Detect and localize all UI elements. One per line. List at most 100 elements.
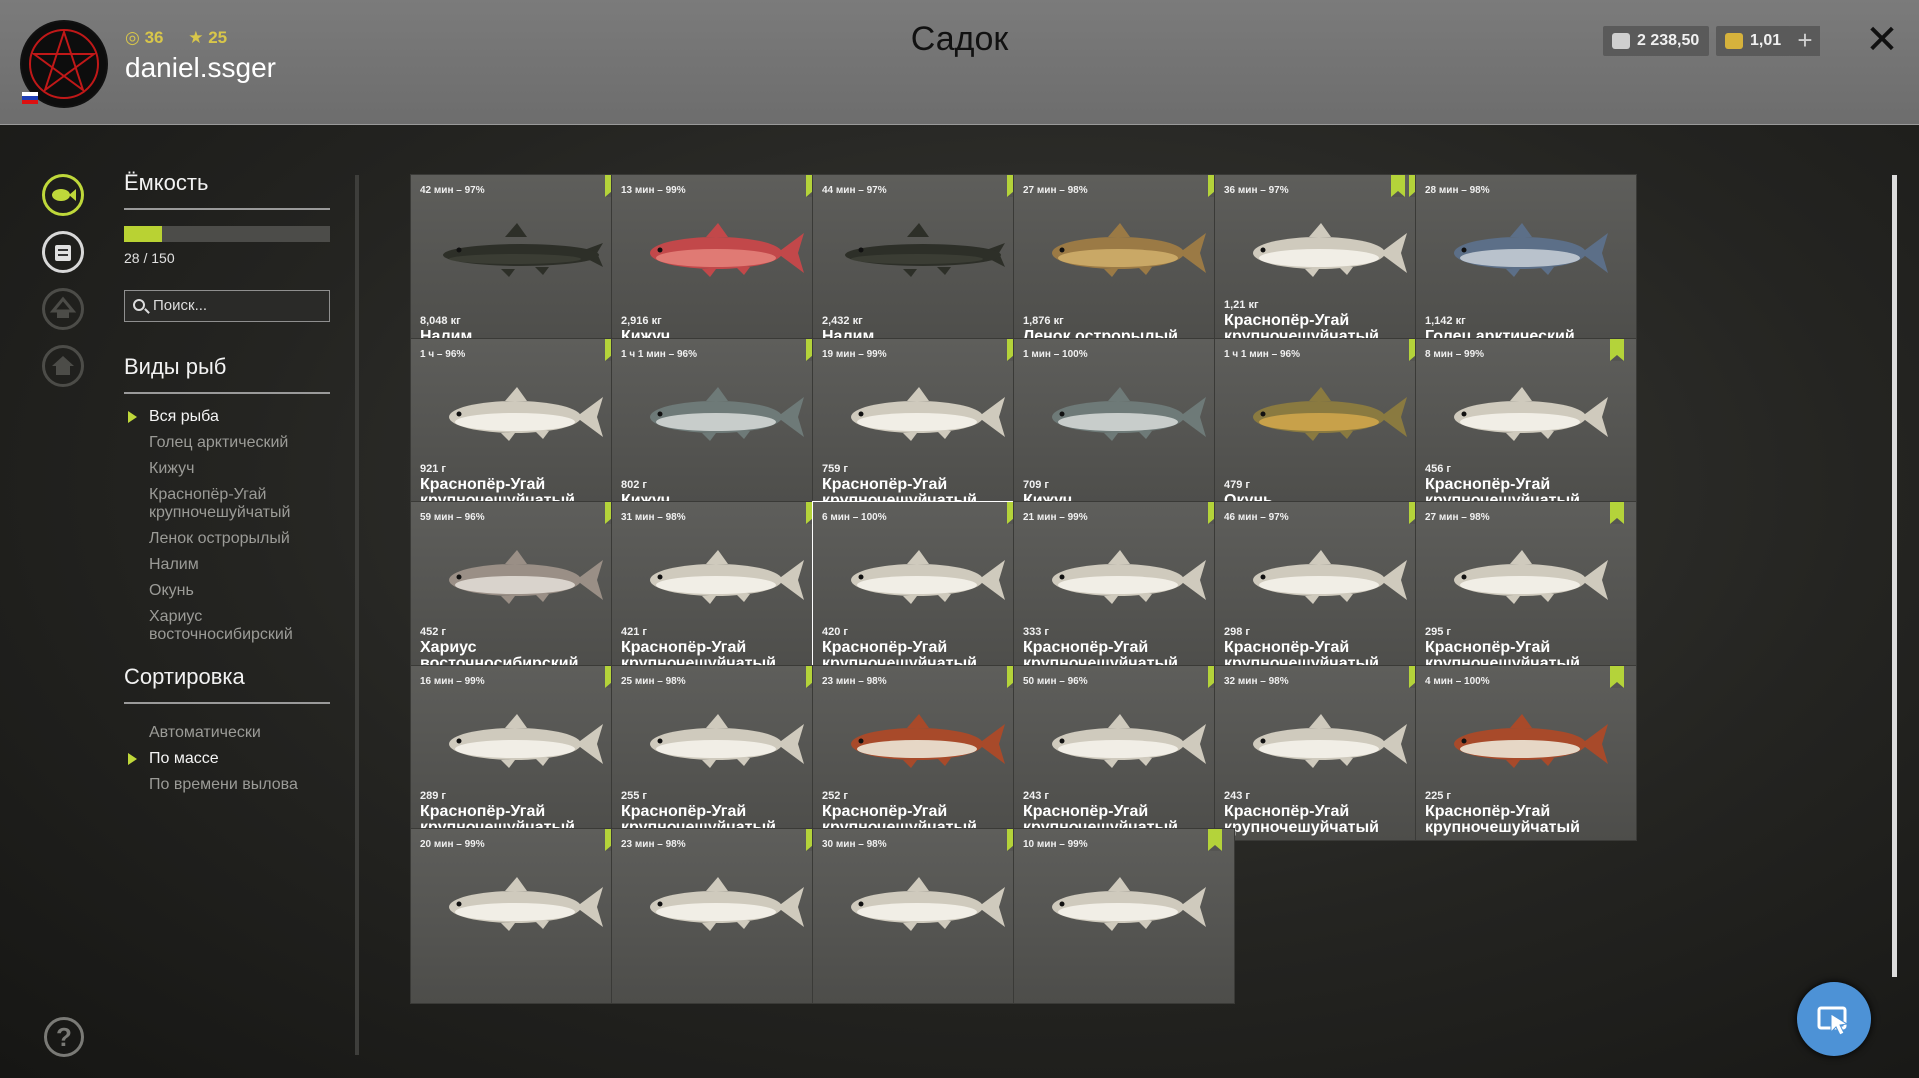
fish-image — [1034, 377, 1214, 455]
fish-card[interactable]: 1 мин – 100% 709 г Кижуч — [1013, 337, 1235, 514]
fish-image — [1034, 704, 1214, 782]
fish-card[interactable]: 10 мин – 99% — [1013, 828, 1235, 1004]
scrollbar[interactable] — [1892, 175, 1897, 977]
fish-card[interactable]: 27 мин – 98% 295 г Краснопёр-Угай крупноч… — [1415, 501, 1637, 677]
capacity-bar-fill — [124, 226, 163, 242]
sort-option-item[interactable]: По массе — [124, 750, 330, 768]
species-filter-item[interactable]: Кижуч — [124, 460, 330, 478]
fish-card[interactable]: 42 мин – 97% 8,048 кг Налим — [410, 174, 632, 350]
sort-option-item[interactable]: Автоматически — [124, 724, 330, 742]
silver-balance: 2 238,50 — [1603, 26, 1710, 56]
fish-image — [1436, 540, 1616, 618]
species-filter-item[interactable]: Хариус восточносибирский — [124, 608, 330, 644]
fish-weight: 2,916 кг — [621, 315, 662, 327]
sorting-list: Автоматически По массе По времени вылова — [124, 724, 330, 794]
fish-card[interactable]: 44 мин – 97% 2,432 кг Налим — [812, 174, 1034, 350]
species-title: Виды рыб — [124, 354, 330, 394]
fish-card[interactable]: 16 мин – 99% 289 г Краснопёр-Угай крупноч… — [410, 664, 632, 841]
fish-weight: 8,048 кг — [420, 315, 461, 327]
fish-card[interactable]: 36 мин – 97% 1,21 кг Краснопёр-Угай крупн… — [1214, 174, 1436, 350]
fish-card[interactable]: 1 ч 1 мин – 96% 479 г Окунь — [1214, 337, 1436, 514]
catch-time-freshness: 16 мин – 99% — [420, 675, 485, 687]
species-filter-item[interactable]: Вся рыба — [124, 408, 330, 426]
bookmark-icon[interactable] — [1391, 175, 1405, 197]
fish-card[interactable]: 21 мин – 99% 333 г Краснопёр-Угай крупноч… — [1013, 501, 1235, 677]
gold-coins-icon — [1725, 33, 1743, 49]
sorting-title: Сортировка — [124, 664, 330, 704]
search-input[interactable]: Поиск... — [124, 290, 330, 322]
bookmark-icon[interactable] — [1610, 665, 1624, 688]
fish-card[interactable]: 27 мин – 98% 1,876 кг Ленок острорылый — [1013, 174, 1235, 350]
fish-card[interactable]: 1 ч – 96% 921 г Краснопёр-Угай крупночешу… — [410, 337, 632, 514]
fish-card[interactable]: 6 мин – 100% 420 г Краснопёр-Угай крупноч… — [812, 501, 1034, 677]
catch-time-freshness: 23 мин – 98% — [822, 675, 887, 687]
keepnet-tab-icon[interactable] — [42, 174, 84, 216]
cursor-mode-button[interactable] — [1797, 982, 1871, 1056]
close-button[interactable]: ✕ — [1862, 18, 1902, 62]
fish-weight: 252 г — [822, 789, 848, 802]
fish-card[interactable]: 1 ч 1 мин – 96% 802 г Кижуч — [611, 337, 833, 514]
species-filter-item[interactable]: Налим — [124, 556, 330, 574]
catch-time-freshness: 1 ч 1 мин – 96% — [1224, 348, 1300, 360]
bookmark-icon[interactable] — [1610, 338, 1624, 361]
fish-image — [431, 377, 611, 455]
species-filter-item[interactable]: Окунь — [124, 582, 330, 600]
fish-weight: 243 г — [1023, 789, 1049, 802]
fish-card[interactable]: 23 мин – 98% 252 г Краснопёр-Угай крупноч… — [812, 664, 1034, 841]
fish-card[interactable]: 50 мин – 96% 243 г Краснопёр-Угай крупноч… — [1013, 664, 1235, 841]
country-flag-icon — [22, 92, 38, 104]
fish-weight: 709 г — [1023, 478, 1049, 491]
fish-card[interactable]: 46 мин – 97% 298 г Краснопёр-Угай крупноч… — [1214, 501, 1436, 677]
tackle-tab-icon[interactable] — [42, 288, 84, 330]
fish-card[interactable]: 13 мин – 99% 2,916 кг Кижуч — [611, 174, 833, 350]
fish-image — [431, 540, 611, 618]
fish-image — [833, 213, 1013, 291]
catch-time-freshness: 21 мин – 99% — [1023, 512, 1088, 523]
home-tab-icon[interactable] — [42, 345, 84, 387]
fish-card[interactable]: 31 мин – 98% 421 г Краснопёр-Угай крупноч… — [611, 501, 833, 677]
fish-card[interactable]: 19 мин – 99% 759 г Краснопёр-Угай крупноч… — [812, 337, 1034, 514]
fish-card[interactable]: 8 мин – 99% 456 г Краснопёр-Угай крупноче… — [1415, 337, 1637, 514]
fish-card[interactable]: 25 мин – 98% 255 г Краснопёр-Угай крупноч… — [611, 664, 833, 841]
catch-time-freshness: 1 мин – 100% — [1023, 348, 1088, 360]
species-filter-item[interactable]: Краснопёр-Угай крупночешуйчатый — [124, 486, 330, 522]
fish-image — [431, 704, 611, 782]
catch-time-freshness: 23 мин – 98% — [621, 839, 686, 850]
fish-image — [431, 213, 611, 291]
search-icon — [133, 299, 145, 311]
fish-weight: 2,432 кг — [822, 315, 863, 327]
storage-tab-icon[interactable] — [42, 231, 84, 273]
help-icon[interactable]: ? — [44, 1017, 84, 1057]
fish-image — [1235, 213, 1415, 291]
fish-card[interactable]: 4 мин – 100% 225 г Краснопёр-Угай крупноч… — [1415, 664, 1637, 841]
catch-time-freshness: 50 мин – 96% — [1023, 675, 1088, 687]
fish-weight: 289 г — [420, 789, 446, 802]
fish-image — [632, 213, 812, 291]
fish-image — [1436, 213, 1616, 291]
fish-weight: 298 г — [1224, 626, 1250, 638]
fish-card[interactable]: 30 мин – 98% — [812, 828, 1034, 1004]
filter-panel: Ёмкость 28 / 150 Поиск... Виды рыб Вся р… — [124, 170, 330, 802]
fish-card[interactable]: 23 мин – 98% — [611, 828, 833, 1004]
species-filter-item[interactable]: Ленок острорылый — [124, 530, 330, 548]
bookmark-icon[interactable] — [1610, 502, 1624, 524]
fish-card[interactable]: 59 мин – 96% 452 г Хариус восточносибирск… — [410, 501, 632, 677]
catch-time-freshness: 20 мин – 99% — [420, 839, 485, 850]
fish-card[interactable]: 32 мин – 98% 243 г Краснопёр-Угай крупноч… — [1214, 664, 1436, 841]
fish-image — [1235, 377, 1415, 455]
capacity-title: Ёмкость — [124, 170, 330, 210]
sort-option-item[interactable]: По времени вылова — [124, 776, 330, 794]
fish-image — [1034, 867, 1214, 945]
top-bar: ◎ 36 ★ 25 daniel.ssger Садок 2 238,50 1,… — [0, 0, 1919, 125]
catch-time-freshness: 25 мин – 98% — [621, 675, 686, 687]
fish-weight: 255 г — [621, 789, 647, 802]
add-currency-button[interactable]: + — [1790, 26, 1820, 56]
catch-time-freshness: 42 мин – 97% — [420, 185, 485, 196]
species-filter-item[interactable]: Голец арктический — [124, 434, 330, 452]
fish-weight: 333 г — [1023, 626, 1049, 638]
bookmark-icon[interactable] — [1208, 829, 1222, 851]
cursor-icon — [1817, 1006, 1849, 1036]
fish-image — [833, 377, 1013, 455]
fish-card[interactable]: 20 мин – 99% — [410, 828, 632, 1004]
fish-card[interactable]: 28 мин – 98% 1,142 кг Голец арктический — [1415, 174, 1637, 350]
